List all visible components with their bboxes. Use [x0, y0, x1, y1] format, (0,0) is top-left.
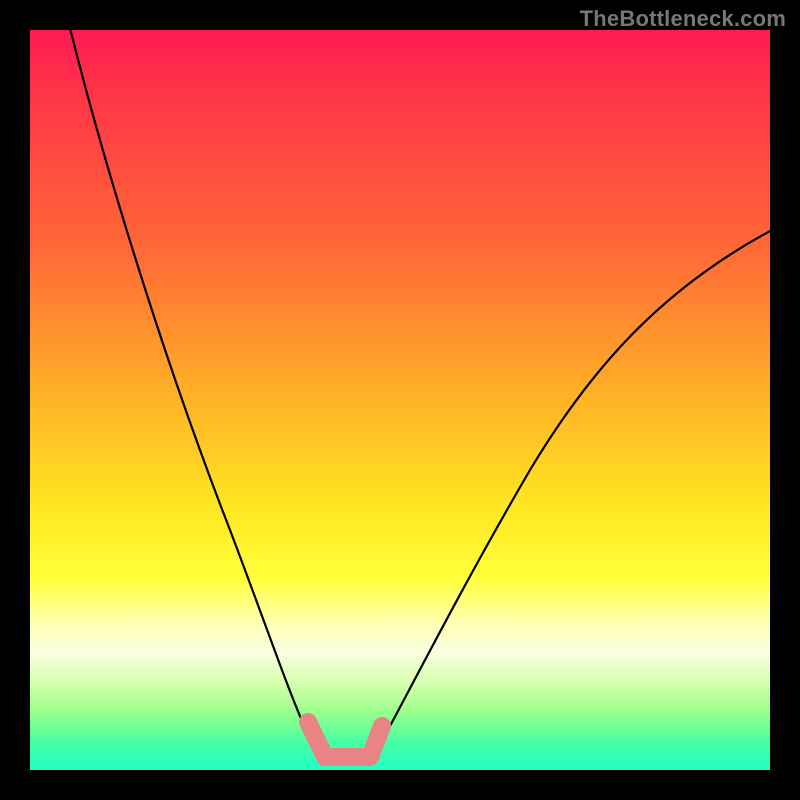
bottleneck-curve-right	[376, 230, 770, 752]
chart-frame: TheBottleneck.com	[0, 0, 800, 800]
optimal-zone-marker	[308, 722, 382, 757]
bottleneck-curve-left	[68, 30, 330, 762]
plot-area	[30, 30, 770, 770]
watermark-text: TheBottleneck.com	[580, 6, 786, 32]
chart-svg	[30, 30, 770, 770]
